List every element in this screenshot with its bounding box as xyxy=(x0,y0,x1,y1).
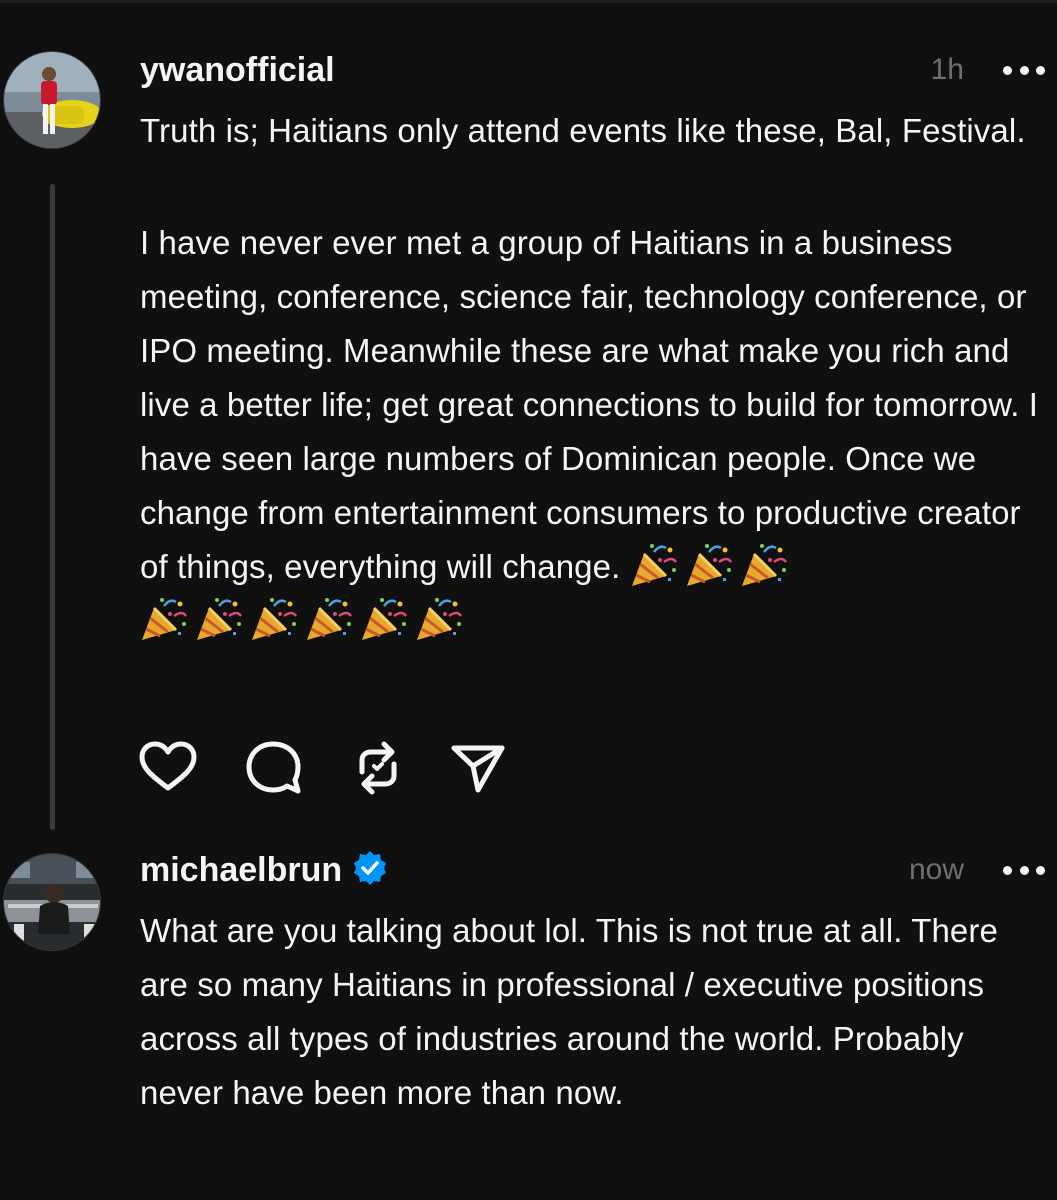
comment-icon[interactable] xyxy=(243,738,303,798)
reply-more-options-icon[interactable] xyxy=(1003,864,1045,876)
more-options-icon[interactable] xyxy=(1003,64,1045,76)
post-paragraph-2: I have never ever met a group of Haitian… xyxy=(140,216,1050,648)
party-popper-icon xyxy=(252,598,298,640)
post-paragraph-1: Truth is; Haitians only attend events li… xyxy=(140,112,1026,149)
heart-icon[interactable] xyxy=(138,738,198,798)
reply-text: What are you talking about lol. This is … xyxy=(140,912,998,1111)
post-paragraph-2-text: I have never ever met a group of Haitian… xyxy=(140,224,1039,585)
party-popper-icon xyxy=(417,598,463,640)
post-actions xyxy=(138,738,508,798)
share-icon[interactable] xyxy=(448,738,508,798)
repost-icon[interactable] xyxy=(348,738,408,798)
reply-timestamp: now xyxy=(908,853,964,886)
verified-badge-icon xyxy=(354,851,387,885)
reply-username[interactable]: michaelbrun xyxy=(140,850,388,890)
post-username[interactable]: ywanofficial xyxy=(140,50,335,90)
party-popper-icon xyxy=(307,598,353,640)
reply-username-text[interactable]: michaelbrun xyxy=(140,851,342,889)
party-popper-icon xyxy=(741,544,787,586)
party-popper-icon xyxy=(142,598,188,640)
party-popper-icon xyxy=(362,598,408,640)
top-divider xyxy=(0,0,1057,3)
avatar[interactable] xyxy=(3,51,101,149)
party-popper-icon xyxy=(631,544,677,586)
reply-avatar[interactable] xyxy=(3,853,101,951)
party-popper-icon xyxy=(686,544,732,586)
party-popper-icon xyxy=(197,598,243,640)
post-timestamp: 1h xyxy=(930,53,964,86)
thread-line xyxy=(50,184,55,830)
